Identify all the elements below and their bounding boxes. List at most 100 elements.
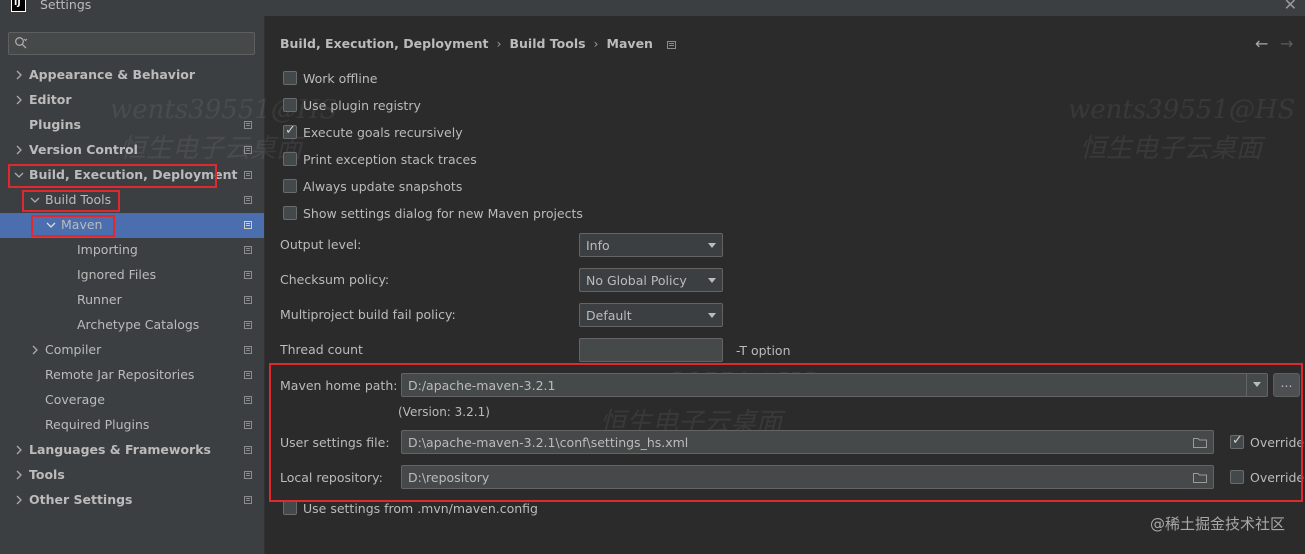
- dropdown-caret-icon: [1253, 382, 1261, 387]
- folder-icon[interactable]: [1193, 472, 1207, 483]
- sidebar-item-other-settings[interactable]: Other Settings: [0, 488, 264, 513]
- breadcrumb-part[interactable]: Build, Execution, Deployment: [280, 36, 488, 51]
- execute-goals-recursively-checkbox[interactable]: Execute goals recursively: [283, 123, 463, 144]
- print-exception-stack-traces-checkbox[interactable]: Print exception stack traces: [283, 151, 477, 171]
- sidebar-item-tools[interactable]: Tools: [0, 463, 264, 488]
- sidebar-item-label: Importing: [77, 242, 138, 257]
- multiproject-fail-policy-select[interactable]: Default: [579, 303, 723, 327]
- local-repository-override-checkbox[interactable]: Override: [1230, 469, 1304, 489]
- checkbox-label: Print exception stack traces: [303, 152, 477, 167]
- sidebar-item-build-execution-deployment[interactable]: Build, Execution, Deployment: [0, 163, 264, 188]
- sidebar-item-label: Build Tools: [45, 192, 112, 207]
- sidebar-item-label: Remote Jar Repositories: [45, 367, 195, 382]
- sidebar-item-editor[interactable]: Editor: [0, 88, 264, 113]
- thread-count-label: Thread count: [280, 342, 363, 357]
- always-update-snapshots-checkbox[interactable]: Always update snapshots: [283, 178, 462, 198]
- chevron-right-icon: [16, 495, 22, 505]
- sidebar-item-languages-frameworks[interactable]: Languages & Frameworks: [0, 438, 264, 463]
- thread-count-suffix: -T option: [736, 343, 791, 358]
- sidebar-item-version-control[interactable]: Version Control: [0, 138, 264, 163]
- sidebar-item-build-tools[interactable]: Build Tools: [0, 188, 264, 213]
- sidebar-item-label: Appearance & Behavior: [29, 67, 195, 82]
- sidebar-item-label: Compiler: [45, 342, 102, 357]
- checkbox-label: Override: [1250, 435, 1305, 450]
- show-settings-dialog-checkbox[interactable]: Show settings dialog for new Maven proje…: [283, 205, 583, 225]
- work-offline-checkbox[interactable]: Work offline: [283, 70, 377, 90]
- use-plugin-registry-checkbox[interactable]: Use plugin registry: [283, 97, 421, 117]
- search-input[interactable]: [8, 32, 255, 55]
- browse-button[interactable]: ...: [1273, 373, 1300, 397]
- checkbox-label: Use plugin registry: [303, 98, 421, 113]
- sidebar-item-appearance-behavior[interactable]: Appearance & Behavior: [0, 63, 264, 88]
- dropdown-caret-icon: [708, 243, 716, 248]
- sidebar-item-runner[interactable]: Runner: [0, 288, 264, 313]
- chevron-down-icon: [30, 197, 40, 203]
- project-scope-icon: [244, 371, 252, 379]
- checkbox-box-checked[interactable]: [1230, 433, 1244, 449]
- project-scope-icon: [244, 496, 252, 504]
- maven-version-text: (Version: 3.2.1): [398, 405, 490, 419]
- checkbox-label: Show settings dialog for new Maven proje…: [303, 206, 583, 221]
- project-scope-icon: [244, 121, 252, 129]
- user-settings-label: User settings file:: [280, 435, 390, 450]
- intellij-app-icon: IJ: [11, 0, 26, 12]
- project-scope-icon: [244, 446, 252, 454]
- sidebar-item-archetype-catalogs[interactable]: Archetype Catalogs: [0, 313, 264, 338]
- checkbox-box[interactable]: [283, 97, 297, 112]
- checksum-policy-select[interactable]: No Global Policy: [579, 268, 723, 292]
- user-settings-override-checkbox[interactable]: Override: [1230, 433, 1305, 454]
- chevron-right-icon: [16, 470, 22, 480]
- maven-home-dropdown-button[interactable]: [1246, 374, 1267, 396]
- output-level-label: Output level:: [280, 237, 362, 252]
- select-value: No Global Policy: [586, 273, 687, 288]
- checkbox-box[interactable]: [1230, 469, 1244, 484]
- chevron-right-icon: [16, 145, 22, 155]
- checksum-policy-label: Checksum policy:: [280, 272, 390, 287]
- maven-home-label: Maven home path:: [280, 378, 398, 393]
- sidebar-item-label: Plugins: [29, 117, 81, 132]
- local-repository-label: Local repository:: [280, 470, 383, 485]
- sidebar-item-coverage[interactable]: Coverage: [0, 388, 264, 413]
- dropdown-caret-icon: [708, 278, 716, 283]
- sidebar-item-label: Version Control: [29, 142, 138, 157]
- sidebar-item-compiler[interactable]: Compiler: [0, 338, 264, 363]
- checkbox-box[interactable]: [283, 500, 297, 515]
- project-scope-icon: [244, 196, 252, 204]
- chevron-down-icon: [46, 222, 56, 228]
- checkbox-label: Execute goals recursively: [303, 125, 463, 140]
- input-value: D:/apache-maven-3.2.1: [408, 378, 556, 393]
- project-scope-icon: [244, 421, 252, 429]
- maven-home-combobox[interactable]: D:/apache-maven-3.2.1: [401, 373, 1268, 397]
- sidebar-item-label: Runner: [77, 292, 122, 307]
- sidebar-item-plugins[interactable]: Plugins: [0, 113, 264, 138]
- use-mvn-config-checkbox[interactable]: Use settings from .mvn/maven.config: [283, 500, 538, 520]
- sidebar-item-required-plugins[interactable]: Required Plugins: [0, 413, 264, 438]
- project-scope-icon: [667, 40, 677, 49]
- output-level-select[interactable]: Info: [579, 233, 723, 257]
- project-scope-icon: [244, 396, 252, 404]
- forward-arrow-icon[interactable]: →: [1280, 34, 1293, 53]
- checkbox-box[interactable]: [283, 205, 297, 220]
- user-settings-input[interactable]: D:\apache-maven-3.2.1\conf\settings_hs.x…: [401, 430, 1214, 454]
- chevron-down-icon: [14, 172, 24, 178]
- select-value: Info: [586, 238, 610, 253]
- checkbox-box[interactable]: [283, 178, 297, 193]
- close-icon[interactable]: ✕: [1284, 0, 1297, 14]
- chevron-right-icon: [16, 445, 22, 455]
- maven-settings-panel: Build, Execution, Deployment › Build Tools…: [265, 16, 1305, 554]
- checkbox-box-checked[interactable]: [283, 123, 297, 139]
- sidebar-item-remote-jar-repositories[interactable]: Remote Jar Repositories: [0, 363, 264, 388]
- thread-count-input[interactable]: [579, 338, 723, 362]
- project-scope-icon: [244, 221, 252, 229]
- sidebar-item-importing[interactable]: Importing: [0, 238, 264, 263]
- folder-icon[interactable]: [1193, 437, 1207, 448]
- local-repository-input[interactable]: D:\repository: [401, 465, 1214, 489]
- sidebar-item-maven[interactable]: Maven: [0, 213, 264, 238]
- chevron-right-icon: [32, 345, 38, 355]
- back-arrow-icon[interactable]: ←: [1255, 34, 1268, 53]
- sidebar-item-ignored-files[interactable]: Ignored Files: [0, 263, 264, 288]
- checkbox-box[interactable]: [283, 151, 297, 166]
- checkbox-box[interactable]: [283, 70, 297, 85]
- breadcrumb-part[interactable]: Build Tools: [509, 36, 585, 51]
- site-watermark: @稀土掘金技术社区: [1149, 515, 1285, 533]
